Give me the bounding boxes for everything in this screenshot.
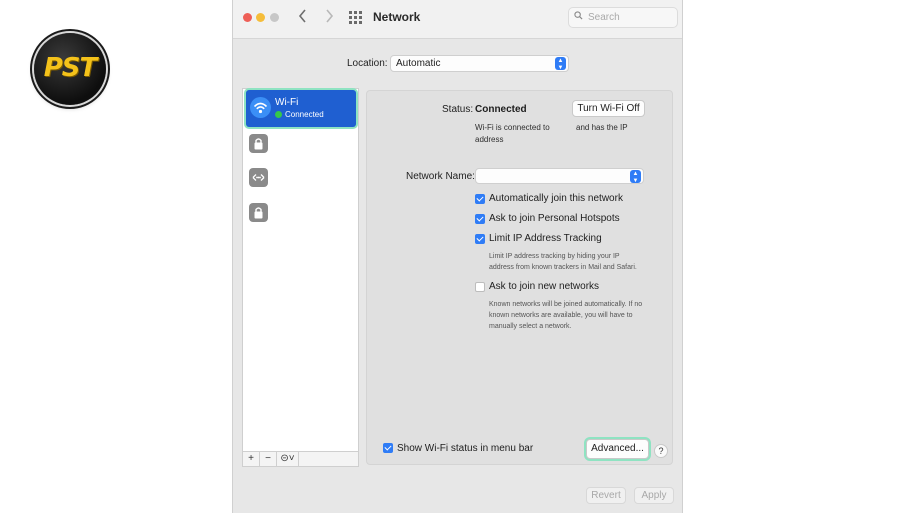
minimize-window-button[interactable] [256,13,265,22]
search-icon [574,11,583,20]
advanced-button[interactable]: Advanced... [586,439,649,459]
lock-icon [254,207,263,219]
logo-text: PST [43,53,98,83]
service-item-wifi[interactable]: Wi-Fi Connected [246,90,356,127]
vpn-arrows-icon [252,174,265,181]
service-status: Connected [285,110,324,119]
window-title: Network [373,10,421,24]
add-service-button[interactable]: + [243,452,260,466]
limit-ip-help-1: Limit IP address tracking by hiding your… [489,253,620,260]
network-name-label: Network Name: [406,171,475,182]
limit-ip-tracking-label: Limit IP Address Tracking [489,233,602,244]
limit-ip-help-2: address from known trackers in Mail and … [489,264,637,271]
status-value: Connected [475,104,527,115]
forward-button[interactable] [319,8,339,28]
ask-new-networks-label: Ask to join new networks [489,281,600,292]
status-description-2: address [475,135,504,144]
location-select[interactable]: Automatic ▲ ▼ [390,55,569,72]
back-button[interactable] [293,8,313,28]
network-name-select[interactable]: ▲ ▼ [475,168,644,184]
remove-service-button[interactable]: − [260,452,277,466]
auto-join-checkbox[interactable] [475,194,485,204]
search-field[interactable] [568,7,678,28]
connected-status-dot [275,111,282,118]
status-description-1b: and has the IP [576,123,628,132]
location-value: Automatic [396,58,441,69]
location-label: Location: [347,58,388,69]
status-label: Status: [442,104,474,115]
search-input[interactable] [588,10,674,25]
revert-button[interactable]: Revert [586,487,626,504]
channel-logo: PST [34,33,106,105]
help-button[interactable]: ? [654,444,668,458]
ask-new-networks-checkbox[interactable] [475,282,485,292]
updown-arrows-icon: ▲ ▼ [555,57,566,71]
turn-wifi-off-button[interactable]: Turn Wi-Fi Off [572,100,645,117]
auto-join-label: Automatically join this network [489,193,623,204]
ask-new-help-2: known networks are available, you will h… [489,312,633,319]
title-bar: Network [233,0,682,39]
service-item-lock-1[interactable] [249,134,268,153]
close-window-button[interactable] [243,13,252,22]
show-wifi-status-label: Show Wi-Fi status in menu bar [397,443,534,454]
service-name: Wi-Fi [275,97,299,108]
action-menu-button[interactable]: ⊝˅ [277,452,299,466]
ask-hotspots-label: Ask to join Personal Hotspots [489,213,620,224]
chevron-left-icon [298,9,306,23]
show-all-grid-icon[interactable] [349,11,362,24]
status-description-1: Wi-Fi is connected to [475,123,550,132]
chevron-right-icon [326,9,334,23]
wifi-settings-pane [366,90,673,465]
ask-new-help-3: manually select a network. [489,323,572,330]
ask-new-help-1: Known networks will be joined automatica… [489,301,643,308]
updown-arrows-icon: ▲ ▼ [630,170,641,184]
service-list-toolbar: + − ⊝˅ [242,451,359,467]
network-preferences-window: Network Location: Automatic ▲▼ Wi-Fi Con… [232,0,683,513]
limit-ip-tracking-checkbox[interactable] [475,234,485,244]
zoom-window-button[interactable] [270,13,279,22]
service-list: Wi-Fi Connected [242,88,359,452]
show-wifi-status-checkbox[interactable] [383,443,393,453]
wifi-icon [250,97,271,118]
apply-button[interactable]: Apply [634,487,674,504]
service-item-vpn[interactable] [249,168,268,187]
service-item-lock-2[interactable] [249,203,268,222]
ask-hotspots-checkbox[interactable] [475,214,485,224]
lock-icon [254,138,263,150]
